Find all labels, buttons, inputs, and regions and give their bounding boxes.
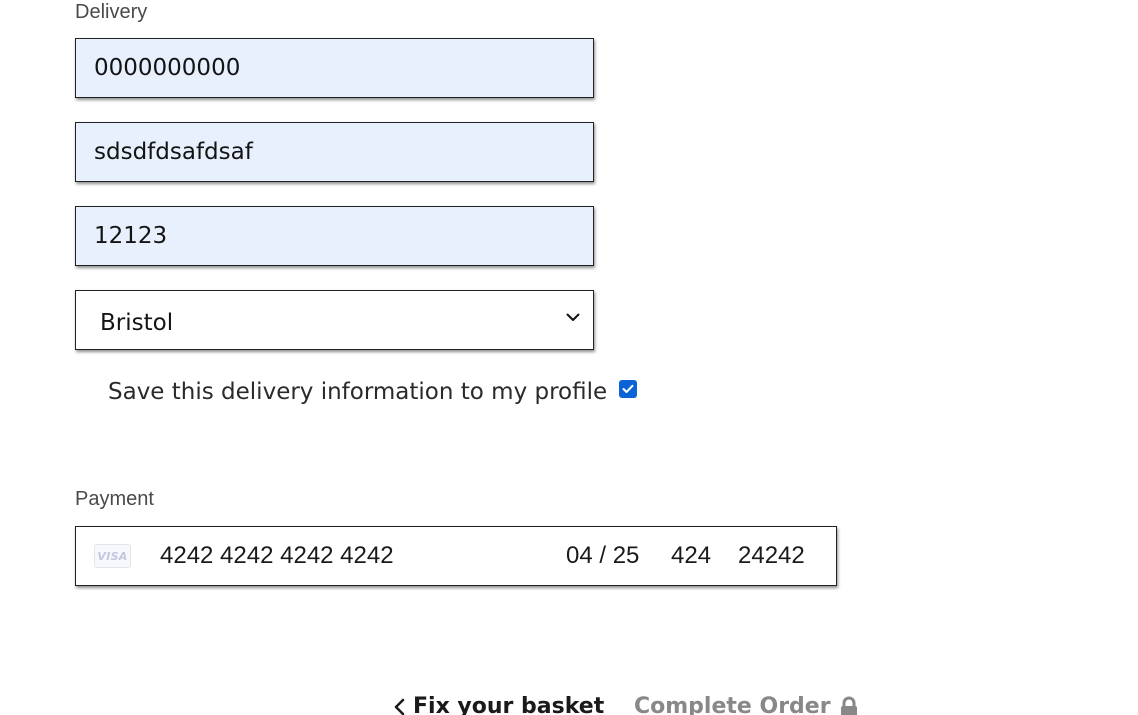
chevron-left-icon <box>394 698 405 715</box>
postcode-input[interactable] <box>76 207 593 265</box>
fix-basket-link[interactable]: Fix your basket <box>394 694 604 715</box>
card-expiry-input[interactable]: 04 / 25 <box>566 543 639 569</box>
street-address-input[interactable] <box>76 123 593 181</box>
checkout-actions: Fix your basket Complete Order <box>0 694 1138 715</box>
delivery-section-label: Delivery <box>75 1 148 23</box>
card-postal-input[interactable]: 24242 <box>738 543 805 569</box>
payment-section-label: Payment <box>75 488 154 510</box>
save-delivery-info-label: Save this delivery information to my pro… <box>108 379 608 405</box>
fix-basket-label: Fix your basket <box>413 694 605 715</box>
postcode-field[interactable] <box>75 206 594 266</box>
county-select[interactable]: Bristol <box>75 290 594 350</box>
chevron-down-icon <box>565 309 581 325</box>
county-selected-value: Bristol <box>100 310 174 336</box>
card-element[interactable]: VISA 4242 4242 4242 4242 04 / 25 424 242… <box>75 526 837 586</box>
save-delivery-info-checkbox[interactable] <box>619 380 638 398</box>
checkmark-icon <box>622 384 634 393</box>
complete-order-button[interactable]: Complete Order <box>634 694 859 715</box>
card-number-input[interactable]: 4242 4242 4242 4242 <box>160 543 394 569</box>
card-cvc-input[interactable]: 424 <box>671 543 711 569</box>
street-address-field[interactable] <box>75 122 594 182</box>
phone-number-field[interactable] <box>75 38 594 98</box>
checkout-form: Delivery Bristol Save this delivery info… <box>0 0 1138 715</box>
complete-order-label: Complete Order <box>634 694 831 715</box>
phone-number-input[interactable] <box>76 39 593 97</box>
lock-icon <box>839 696 859 715</box>
visa-card-icon: VISA <box>94 544 131 568</box>
save-delivery-info-row: Save this delivery information to my pro… <box>108 379 638 405</box>
